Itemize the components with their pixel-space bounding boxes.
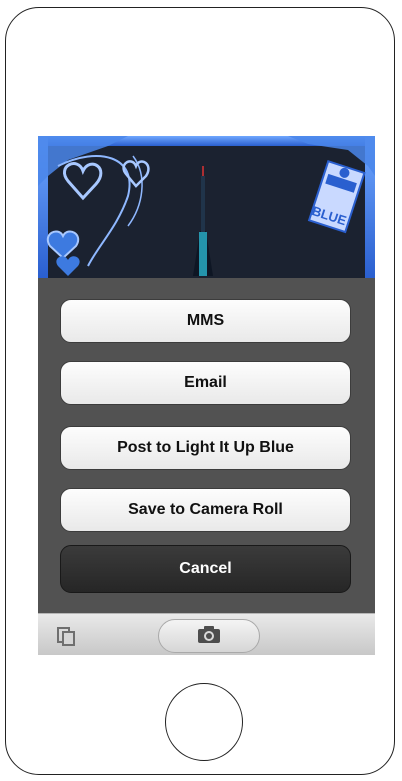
mms-button[interactable]: MMS xyxy=(60,299,351,343)
cancel-button[interactable]: Cancel xyxy=(60,545,351,593)
post-to-light-it-up-blue-button[interactable]: Post to Light It Up Blue xyxy=(60,426,351,470)
mms-label: MMS xyxy=(186,312,225,329)
copy-icon[interactable] xyxy=(56,626,78,646)
save-label: Save to Camera Roll xyxy=(128,501,283,518)
home-button[interactable] xyxy=(165,683,243,761)
email-button[interactable]: Email xyxy=(60,361,351,405)
camera-button[interactable] xyxy=(158,619,260,653)
post-label: Post to Light It Up Blue xyxy=(117,439,294,456)
screen: BLUE MMS Email Post to Light It Up Blue … xyxy=(38,136,375,655)
cancel-label: Cancel xyxy=(179,560,232,577)
photo-image: BLUE xyxy=(38,136,375,278)
email-label: Email xyxy=(184,374,227,391)
photo-preview: BLUE xyxy=(38,136,375,278)
bottom-toolbar xyxy=(38,613,375,655)
save-to-camera-roll-button[interactable]: Save to Camera Roll xyxy=(60,488,351,532)
camera-icon xyxy=(196,624,222,649)
